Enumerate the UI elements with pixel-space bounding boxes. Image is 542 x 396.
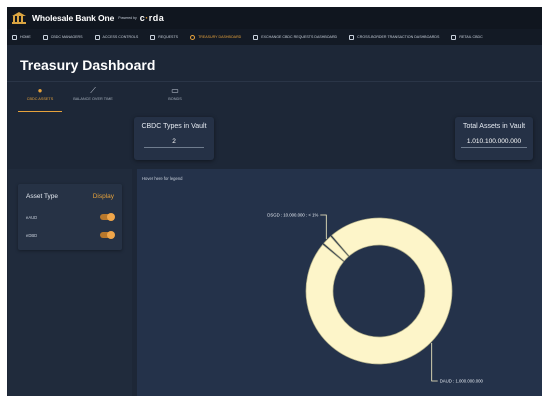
globe-icon <box>349 34 355 40</box>
top-header: Wholesale Bank One Powered by c·rda <box>7 7 542 29</box>
trend-icon: ⟋ <box>90 86 96 95</box>
asset-row-eaud: eAUD <box>26 213 115 221</box>
bond-icon: ▭ <box>171 86 179 95</box>
store-icon <box>451 34 457 40</box>
corda-logo: c·rda <box>139 13 165 23</box>
page-title: Treasury Dashboard <box>20 57 156 73</box>
tab-cbdc-assets[interactable]: ● CBDC Assets <box>10 86 70 112</box>
refresh-icon <box>190 34 196 40</box>
asset-chart-panel: Hover here for legend DSGD : 10.000.000 … <box>137 169 542 396</box>
display-heading: Display <box>92 193 114 200</box>
powered-by-label: Powered by <box>118 16 137 20</box>
tab-bonds[interactable]: ▭ Bonds <box>145 86 205 101</box>
asset-filter-panel: Asset Type Display eAUD eDBD <box>8 169 132 396</box>
tab-label: CBDC Assets <box>26 97 54 101</box>
nav-item-access-controls[interactable]: Access Controls <box>94 34 139 40</box>
dsgd-slice-leader-line <box>320 214 327 240</box>
main-nav: Home CBDC Managers Access Controls Requests… <box>7 29 542 45</box>
bank-logo-icon <box>12 12 26 24</box>
asset-row-edbd: eDBD <box>26 231 115 239</box>
display-toggle-eaud[interactable] <box>100 213 115 221</box>
nav-item-label: Treasury Dashboard <box>198 35 242 39</box>
daud-slice-label: DAUD : 1.000.000.000 <box>440 379 484 384</box>
tab-balance-over-time[interactable]: ⟋ Balance Over Time <box>63 86 123 101</box>
display-toggle-edbd[interactable] <box>100 231 115 239</box>
tab-label: Balance Over Time <box>73 97 113 101</box>
nav-item-label: Retail CBDC <box>459 35 483 39</box>
nav-item-label: CBDC Managers <box>50 35 83 39</box>
arrows-icon <box>150 34 156 40</box>
shield-icon <box>94 34 100 40</box>
nav-item-label: Exchange CBDC Requests Dashboard <box>261 35 338 39</box>
dsgd-slice-label: DSGD : 10.000.000 : < 1% <box>267 213 318 218</box>
asset-donut-chart: DSGD : 10.000.000 : < 1% DAUD : 1.000.000… <box>267 213 484 384</box>
cbdc-types-card: CBDC Types in Vault 2 <box>134 117 214 160</box>
coin-icon: ● <box>37 86 43 95</box>
app-window: Wholesale Bank One Powered by c·rda Home… <box>7 7 542 396</box>
title-divider <box>7 81 542 82</box>
asset-name: eDBD <box>26 232 38 238</box>
nav-item-cross-border-transaction-dashboards[interactable]: Cross-Border Transaction Dashboards <box>349 34 440 40</box>
id-card-icon <box>42 34 48 40</box>
nav-item-exchange-cbdc-requests-dashboard[interactable]: Exchange CBDC Requests Dashboard <box>253 34 338 40</box>
nav-item-requests[interactable]: Requests <box>150 34 179 40</box>
cbdc-types-value: 2 <box>144 138 204 148</box>
asset-name: eAUD <box>26 214 38 220</box>
brand-name: Wholesale Bank One <box>32 13 115 23</box>
nav-item-label: Home <box>20 35 31 39</box>
nav-item-cbdc-managers[interactable]: CBDC Managers <box>42 34 83 40</box>
total-assets-card: Total Assets in Vault 1.010.100.000.000 <box>455 117 533 160</box>
tab-label: Bonds <box>168 97 182 101</box>
nav-item-label: Access Controls <box>102 35 139 39</box>
nav-item-label: Cross-Border Transaction Dashboards <box>357 35 440 39</box>
nav-item-label: Requests <box>158 35 179 39</box>
nav-item-treasury-dashboard[interactable]: Treasury Dashboard <box>190 34 242 40</box>
grid-icon <box>12 34 17 40</box>
exchange-icon <box>253 34 259 40</box>
nav-item-home[interactable]: Home <box>12 34 31 40</box>
asset-filter-box: Asset Type Display eAUD eDBD <box>18 184 122 250</box>
total-assets-value: 1.010.100.000.000 <box>460 138 528 148</box>
filter-header: Asset Type Display <box>26 193 114 200</box>
nav-item-retail-cbdc[interactable]: Retail CBDC <box>451 34 483 40</box>
total-assets-label: Total Assets in Vault <box>462 123 526 130</box>
cbdc-types-label: CBDC Types in Vault <box>141 123 207 130</box>
daud-slice-leader-line <box>431 342 438 382</box>
asset-type-heading: Asset Type <box>26 193 59 200</box>
